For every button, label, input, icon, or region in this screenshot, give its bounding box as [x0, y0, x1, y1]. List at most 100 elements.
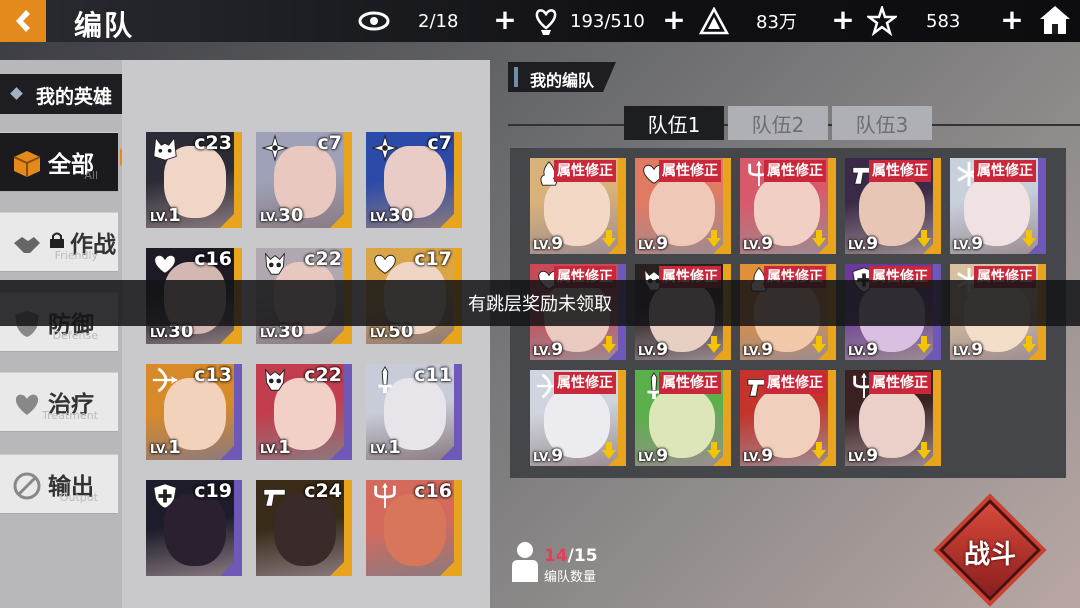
hero-code: c23 — [194, 132, 232, 154]
notification-toast: 有跳层奖励未领取 — [0, 280, 1080, 326]
category-tab-output[interactable]: 输出 Output — [0, 454, 118, 514]
team-count-value: 14/15 — [544, 546, 598, 566]
attribute-correction-badge: 属性修正 — [659, 160, 721, 182]
category-tab-treatment[interactable]: 治疗 Treatment — [0, 372, 118, 432]
add-eye-button[interactable]: + — [493, 6, 517, 34]
heart-icon — [15, 394, 39, 415]
resource-crest-value: 83万 — [756, 12, 797, 33]
back-button[interactable] — [0, 0, 46, 42]
hero-level: LV.1 — [150, 437, 181, 458]
hero-code: c19 — [194, 480, 232, 502]
rarity-corner — [220, 206, 242, 228]
rarity-corner — [713, 236, 731, 254]
hero-card[interactable]: c11 LV.1 — [366, 364, 462, 460]
battle-button[interactable]: 战斗 — [939, 499, 1041, 601]
team-member-card[interactable]: 属性修正 LV.9 — [635, 158, 731, 254]
category-tab-friendly[interactable]: 作战 Friendly — [0, 212, 118, 272]
member-level: LV.9 — [848, 446, 879, 466]
attribute-correction-badge: 属性修正 — [764, 160, 826, 182]
team-member-card[interactable]: 属性修正 LV.9 — [845, 158, 941, 254]
handshake-icon — [14, 237, 40, 253]
rarity-corner — [440, 554, 462, 576]
back-arrow-icon — [16, 10, 30, 32]
category-tab-sublabel: Defense — [52, 329, 98, 342]
toast-message: 有跳层奖励未领取 — [468, 294, 612, 315]
resource-eye: 2/18 — [358, 0, 458, 42]
member-level: LV.9 — [638, 340, 669, 360]
category-tab-sublabel: Friendly — [54, 249, 98, 262]
gun-class-icon — [263, 489, 286, 507]
hero-card[interactable]: c22 LV.1 — [256, 364, 352, 460]
team-count-label: 编队数量 — [544, 570, 597, 585]
hero-card[interactable]: c23 LV.1 — [146, 132, 242, 228]
attribute-correction-badge: 属性修正 — [764, 372, 826, 394]
rarity-corner — [440, 438, 462, 460]
member-level: LV.9 — [848, 234, 879, 254]
attribute-correction-badge: 属性修正 — [659, 372, 721, 394]
home-icon — [1040, 6, 1070, 34]
hero-code: c24 — [304, 480, 342, 502]
add-crest-button[interactable]: + — [831, 6, 855, 34]
member-level: LV.9 — [638, 446, 669, 466]
triangle-crest-icon — [698, 5, 730, 37]
hero-card[interactable]: c16 — [366, 480, 462, 576]
team-member-card[interactable]: 属性修正 LV.9 — [530, 158, 626, 254]
team-member-card[interactable]: 属性修正 LV.9 — [950, 158, 1046, 254]
bow-class-icon — [152, 367, 178, 393]
top-bar: 编队 2/18 + 193/510 + 83万 + 583 + — [0, 0, 1080, 42]
member-level: LV.9 — [743, 340, 774, 360]
category-tab-sublabel: All — [84, 169, 98, 182]
heart-class-icon — [154, 254, 176, 274]
hero-card[interactable]: c13 LV.1 — [146, 364, 242, 460]
hero-code: c7 — [317, 132, 342, 154]
attribute-correction-badge: 属性修正 — [554, 372, 616, 394]
resource-crest: 83万 — [698, 0, 797, 42]
hero-code: c11 — [414, 364, 452, 386]
category-tab-all[interactable]: 全部 All — [0, 132, 118, 192]
hero-code: c7 — [427, 132, 452, 154]
team-member-card[interactable]: 属性修正 LV.9 — [740, 158, 836, 254]
page-title: 编队 — [74, 9, 135, 42]
hero-level: LV.1 — [370, 437, 401, 458]
rarity-corner — [818, 342, 836, 360]
hero-card[interactable]: c7 LV.30 — [256, 132, 352, 228]
team-count-current: 14 — [544, 546, 568, 566]
header-mark — [514, 67, 518, 87]
hero-card[interactable]: c7 LV.30 — [366, 132, 462, 228]
hero-list-title: 我的英雄 — [36, 86, 113, 108]
add-heart-button[interactable]: + — [662, 6, 686, 34]
skull-class-icon — [265, 252, 285, 275]
team-tab-2[interactable]: 队伍2 — [728, 106, 828, 140]
hero-level: LV.30 — [260, 205, 304, 226]
hero-card[interactable]: c19 — [146, 480, 242, 576]
team-member-card[interactable]: 属性修正 LV.9 — [740, 370, 836, 466]
team-tab-1[interactable]: 队伍1 — [624, 106, 724, 140]
team-member-card[interactable]: 属性修正 LV.9 — [845, 370, 941, 466]
category-tab-sublabel: Treatment — [42, 409, 98, 422]
heart-class-icon — [374, 254, 396, 274]
team-count-total: /15 — [567, 546, 598, 566]
team-tab-3[interactable]: 队伍3 — [832, 106, 932, 140]
add-star-button[interactable]: + — [1000, 6, 1024, 34]
rarity-corner — [330, 554, 352, 576]
battle-button-label: 战斗 — [963, 540, 1016, 570]
member-level: LV.9 — [743, 446, 774, 466]
member-level: LV.9 — [953, 340, 984, 360]
hero-code: c16 — [414, 480, 452, 502]
attribute-correction-badge: 属性修正 — [554, 160, 616, 182]
team-member-card[interactable]: 属性修正 LV.9 — [530, 370, 626, 466]
attribute-correction-badge: 属性修正 — [974, 160, 1036, 182]
my-team-title: 我的编队 — [530, 71, 595, 90]
team-count: 14/15 编队数量 — [510, 540, 650, 586]
rarity-corner — [713, 342, 731, 360]
hero-code: c22 — [304, 248, 342, 270]
rarity-corner — [330, 438, 352, 460]
rarity-corner — [1028, 342, 1046, 360]
rarity-corner — [1028, 236, 1046, 254]
member-level: LV.9 — [533, 446, 564, 466]
team-member-card[interactable]: 属性修正 LV.9 — [635, 370, 731, 466]
fox-class-icon — [153, 136, 177, 161]
hero-card[interactable]: c24 — [256, 480, 352, 576]
shuriken-class-icon — [261, 134, 289, 162]
home-button[interactable] — [1038, 3, 1072, 37]
